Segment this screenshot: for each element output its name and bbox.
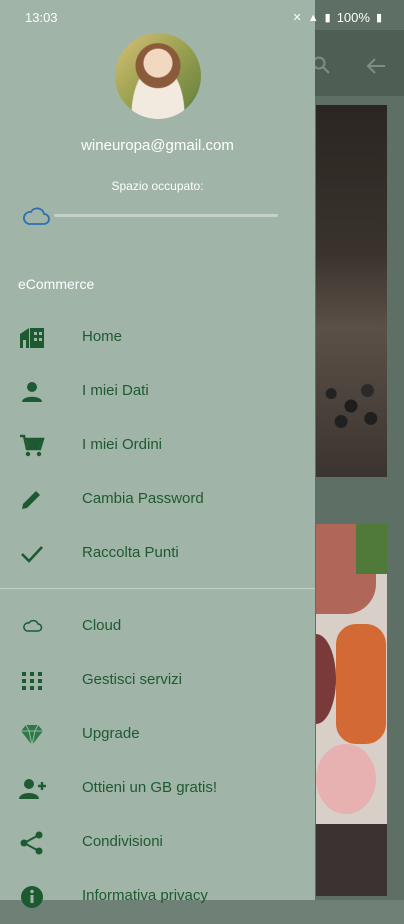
menu-item-cambia-password[interactable]: Cambia Password: [0, 473, 315, 527]
background-product-image: [316, 105, 387, 477]
background-product-image: [316, 524, 387, 896]
status-icons: ✕ ▲ ▮ 100% ▮: [293, 10, 382, 25]
menu-item-i-miei-ordini[interactable]: I miei Ordini: [0, 419, 315, 473]
menu-item-label: I miei Dati: [82, 382, 149, 399]
menu-item-home[interactable]: Home: [0, 311, 315, 365]
menu-item-label: Ottieni un GB gratis!: [82, 779, 218, 796]
storage-progress-bar: [54, 214, 278, 217]
cart-icon: [19, 434, 45, 458]
menu-item-label: Condivisioni: [82, 833, 163, 850]
menu-item-ottieni-gb-gratis[interactable]: Ottieni un GB gratis!: [0, 762, 315, 816]
menu-item-label: Cloud: [82, 617, 122, 634]
cloud-icon: [19, 615, 45, 639]
battery-level: 100%: [336, 10, 370, 25]
wifi-icon: ▲: [307, 11, 319, 24]
section-label-ecommerce: eCommerce: [18, 276, 95, 292]
person-icon: [19, 380, 45, 404]
cloud-icon: [22, 206, 50, 226]
info-icon: [19, 885, 45, 909]
diamond-icon: [19, 723, 45, 747]
signal-icon: ▮: [324, 12, 331, 24]
menu-item-label: Gestisci servizi: [82, 671, 183, 688]
menu-item-gestisci-servizi[interactable]: Gestisci servizi: [0, 654, 315, 708]
divider: [0, 588, 315, 589]
check-icon: [19, 542, 45, 566]
user-email: wineuropa@gmail.com: [81, 137, 234, 154]
back-arrow-icon[interactable]: [366, 57, 386, 75]
battery-icon: ▮: [375, 12, 382, 24]
storage-label: Spazio occupato:: [111, 179, 204, 193]
menu-item-label: Raccolta Punti: [82, 544, 179, 561]
store-icon: [19, 326, 45, 350]
mute-icon: ✕: [292, 12, 302, 24]
navigation-drawer: wineuropa@gmail.com Spazio occupato: eCo…: [0, 0, 315, 908]
menu-item-label: I miei Ordini: [82, 436, 163, 453]
menu-item-upgrade[interactable]: Upgrade: [0, 708, 315, 762]
menu-item-label: Home: [82, 328, 123, 345]
menu-item-label: Upgrade: [82, 725, 140, 742]
grid-icon: [19, 669, 45, 693]
avatar[interactable]: [115, 33, 201, 119]
share-icon: [19, 831, 45, 855]
menu-item-condivisioni[interactable]: Condivisioni: [0, 816, 315, 870]
menu-item-label: Cambia Password: [82, 490, 204, 507]
add-user-icon: [19, 777, 46, 801]
status-time: 13:03: [25, 10, 58, 25]
menu-item-informativa-privacy[interactable]: Informativa privacy: [0, 870, 315, 924]
menu-item-raccolta-punti[interactable]: Raccolta Punti: [0, 527, 315, 581]
status-bar: 13:03 ✕ ▲ ▮ 100% ▮: [0, 0, 404, 30]
menu-item-cloud[interactable]: Cloud: [0, 600, 315, 654]
menu-item-i-miei-dati[interactable]: I miei Dati: [0, 365, 315, 419]
menu-item-label: Informativa privacy: [82, 887, 208, 904]
pencil-icon: [19, 488, 45, 512]
